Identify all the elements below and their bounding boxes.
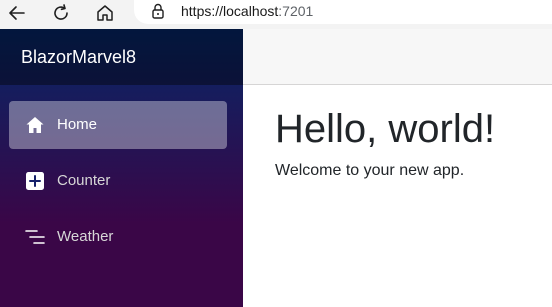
top-row (243, 29, 552, 85)
sidebar-item-label: Counter (57, 172, 111, 189)
back-arrow-icon[interactable] (4, 0, 30, 26)
sidebar-item-home[interactable]: Home (9, 101, 227, 149)
home-icon[interactable] (92, 0, 118, 26)
url-text[interactable]: https://localhost:7201 (181, 2, 313, 20)
sidebar-item-label: Weather (57, 228, 114, 245)
house-icon (25, 115, 45, 135)
sidebar-item-counter[interactable]: Counter (9, 157, 227, 205)
brand-row: BlazorMarvel8 (0, 29, 243, 85)
brand-link[interactable]: BlazorMarvel8 (21, 46, 136, 68)
welcome-text: Welcome to your new app. (275, 162, 465, 179)
sidebar-item-weather[interactable]: Weather (9, 213, 227, 261)
page-title: Hello, world! (275, 107, 496, 151)
url-port: :7201 (278, 3, 314, 19)
sidebar-item-label: Home (57, 116, 98, 133)
lock-icon[interactable] (150, 2, 166, 20)
sidebar: BlazorMarvel8 Home Counter Weather (0, 29, 243, 307)
url-host: https://localhost (181, 3, 279, 19)
browser-toolbar: https://localhost:7201 (0, 0, 552, 29)
main-content: Hello, world! Welcome to your new app. (243, 29, 552, 307)
list-icon (25, 227, 45, 247)
refresh-icon[interactable] (48, 0, 74, 26)
plus-square-icon (25, 171, 45, 191)
